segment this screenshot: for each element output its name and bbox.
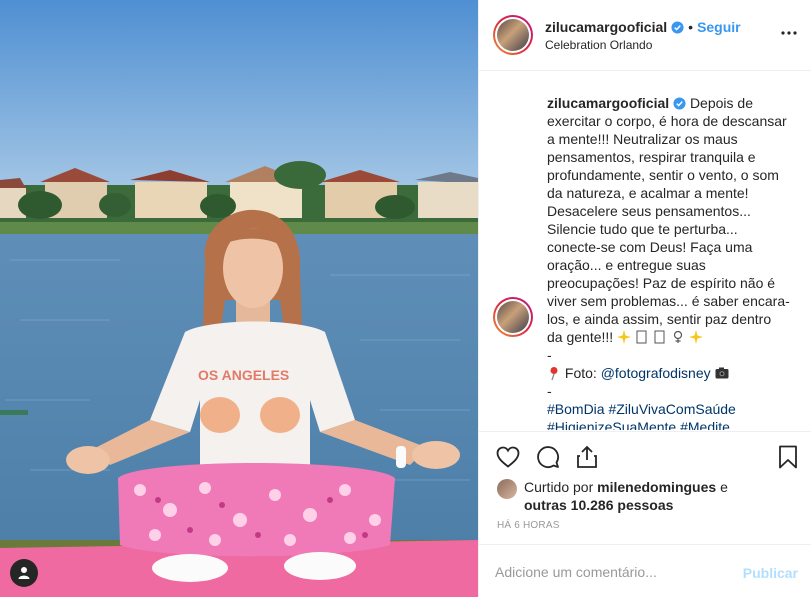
caption-line: Desacelere seus pensamentos... (547, 203, 751, 219)
comment-input[interactable] (495, 564, 735, 580)
caption-line: Silencie tudo que te perturba... (547, 221, 738, 237)
post-header: zilucamargooficial • Seguir Celebration … (479, 0, 811, 71)
camera-emoji-icon (715, 367, 729, 379)
caption-avatar[interactable] (493, 297, 533, 337)
more-options-button[interactable] (780, 24, 798, 42)
post-timestamp[interactable]: HÁ 6 HORAS (497, 520, 560, 531)
avatar[interactable] (493, 15, 533, 55)
liker-avatar[interactable] (497, 479, 517, 499)
publish-button[interactable]: Publicar (743, 565, 798, 581)
caption-line: los, e ainda assim, sentir paz dentro (547, 311, 772, 327)
caption-line: pensamentos, respirar tranquila e (547, 149, 756, 165)
caption-text: zilucamargooficial Depois de exercitar o… (547, 94, 797, 430)
bookmark-icon (779, 445, 797, 469)
caption-line: exercitar o corpo, é hora de descansar (547, 113, 787, 129)
caption-line: da natureza, e acalmar a mente! (547, 185, 749, 201)
sparkle-emoji-icon (688, 330, 703, 344)
action-bar (479, 431, 811, 485)
location-link[interactable]: Celebration Orlando (545, 38, 652, 52)
missing-glyph-icon (636, 330, 647, 344)
comment-icon (537, 446, 559, 468)
liker-username-link[interactable]: milenedomingues (597, 479, 716, 495)
caption-line: da gente!!! (547, 329, 614, 345)
caption-username-link[interactable]: zilucamargooficial (547, 95, 669, 111)
header-user-line: zilucamargooficial • Seguir (545, 19, 741, 35)
likes-count-link[interactable]: outras 10.286 pessoas (524, 497, 673, 513)
caption-section: zilucamargooficial Depois de exercitar o… (479, 72, 811, 430)
caption-line: oração... e entregue suas (547, 257, 706, 273)
comment-button[interactable] (535, 444, 561, 470)
caption-line: profundamente, sentir o vento, o som (547, 167, 779, 183)
hashtag-links[interactable]: #HigienizeSuaMente #Medite (547, 418, 797, 430)
likes-connector: e (720, 479, 728, 495)
tagged-users-button[interactable] (10, 559, 38, 587)
caption-line: conecte-se com Deus! Faça uma (547, 239, 753, 255)
post-side-panel: zilucamargooficial • Seguir Celebration … (478, 0, 811, 597)
caption-line: viver sem problemas... é saber encara- (547, 293, 790, 309)
separator-dot: • (688, 19, 694, 35)
caption-line: preocupações! Paz de espírito não é (547, 275, 776, 291)
photographer-mention-link[interactable]: @fotografodisney (601, 365, 711, 381)
verified-badge-icon (673, 97, 686, 110)
caption-line: a mente!!! Neutralizar os maus (547, 131, 738, 147)
liked-by-label: Curtido por (524, 479, 594, 495)
heart-icon (496, 446, 520, 468)
photo-label: Foto: (564, 365, 597, 381)
like-button[interactable] (495, 444, 521, 470)
sparkle-emoji-icon (617, 330, 632, 344)
more-icon (781, 31, 797, 35)
user-icon (18, 567, 30, 579)
hashtag-links[interactable]: #BomDia #ZiluVivaComSaúde (547, 400, 797, 418)
photo-illustration: OS ANGELES (0, 0, 478, 597)
caption-line: Depois de (689, 95, 753, 111)
caption-dash: - (547, 383, 552, 399)
pin-emoji-icon (550, 367, 558, 380)
caption-dash: - (547, 347, 552, 363)
verified-badge-icon (671, 20, 684, 34)
username-link[interactable]: zilucamargooficial (545, 19, 667, 35)
svg-text:OS ANGELES: OS ANGELES (198, 367, 289, 383)
comment-bar: Publicar (479, 544, 811, 597)
post-photo[interactable]: OS ANGELES (0, 0, 478, 597)
share-button[interactable] (574, 444, 600, 470)
missing-glyph-icon (654, 330, 665, 344)
follow-button[interactable]: Seguir (697, 19, 741, 35)
save-button[interactable] (775, 444, 801, 470)
share-icon (577, 445, 597, 468)
female-sign-icon (673, 330, 682, 343)
